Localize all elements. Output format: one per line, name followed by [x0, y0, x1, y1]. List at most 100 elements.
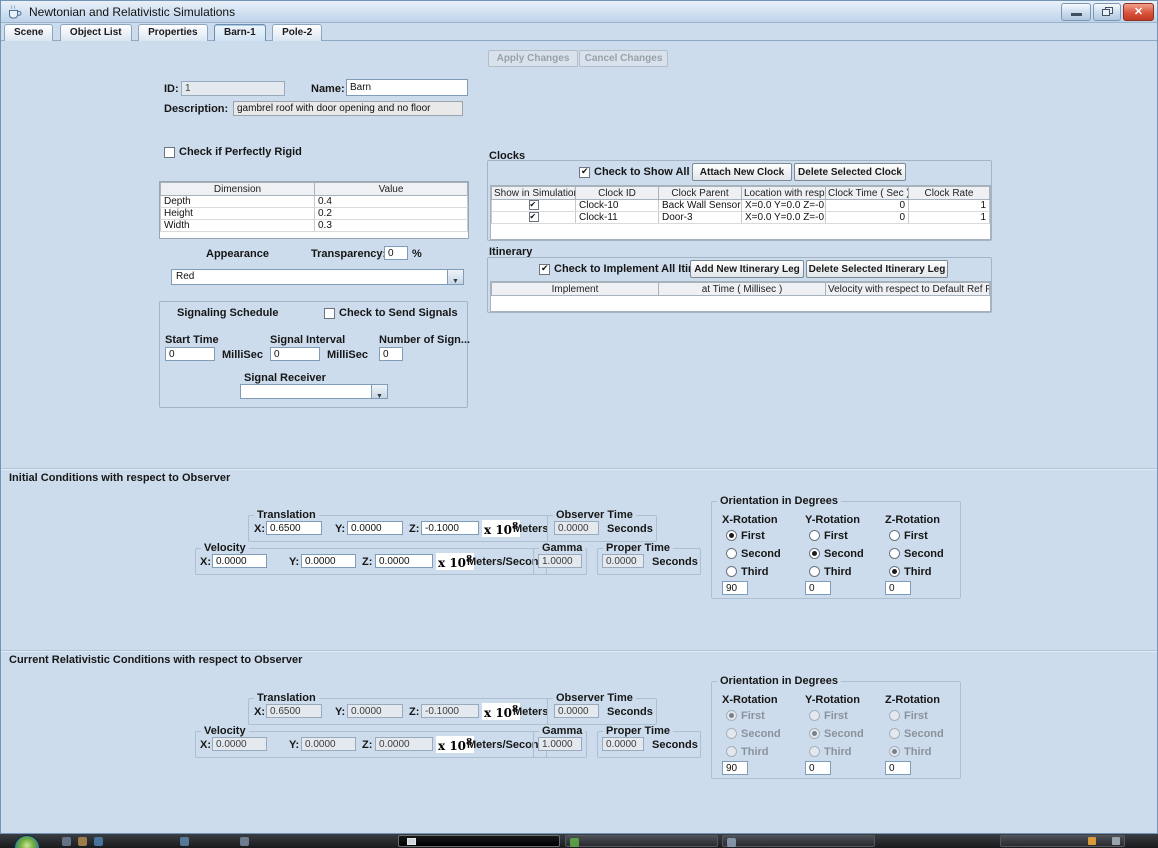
- perfectly-rigid-checkbox[interactable]: [164, 147, 175, 158]
- table-row[interactable]: Clock-11 Door-3 X=0.0 Y=0.0 Z=-0... 0 1: [492, 212, 990, 224]
- signal-receiver-combobox[interactable]: ▼: [240, 384, 388, 399]
- tray-icon[interactable]: [1112, 837, 1120, 845]
- x-rotation-second-radio[interactable]: [726, 548, 737, 559]
- z-rotation-degrees-field[interactable]: [885, 581, 911, 595]
- color-combobox[interactable]: Red ▼: [171, 269, 464, 285]
- transparency-field[interactable]: [384, 246, 408, 260]
- show-in-simulation-checkbox[interactable]: [529, 212, 539, 222]
- start-button[interactable]: [14, 835, 40, 848]
- name-field[interactable]: [346, 79, 468, 96]
- dimension-value[interactable]: 0.2: [315, 208, 468, 220]
- clocks-col-time[interactable]: Clock Time ( Sec ): [826, 187, 909, 200]
- show-all-clocks-checkbox[interactable]: [579, 167, 590, 178]
- clock-time-cell[interactable]: 0: [826, 200, 909, 212]
- taskbar-window-button[interactable]: [722, 835, 875, 847]
- table-row[interactable]: Width 0.3: [161, 220, 468, 232]
- initial-translation-x-field[interactable]: [266, 521, 322, 535]
- clock-parent-cell[interactable]: Back Wall Sensor-4: [659, 200, 742, 212]
- tab-properties[interactable]: Properties: [138, 24, 207, 41]
- tab-scene[interactable]: Scene: [4, 24, 53, 41]
- x-rotation-degrees-field[interactable]: [722, 581, 748, 595]
- dimensions-col-dimension[interactable]: Dimension: [161, 183, 315, 196]
- apply-changes-button[interactable]: Apply Changes: [488, 50, 578, 67]
- clock-rate-cell[interactable]: 1: [909, 212, 990, 224]
- tab-object-list[interactable]: Object List: [60, 24, 132, 41]
- show-in-simulation-checkbox[interactable]: [529, 200, 539, 210]
- table-row[interactable]: Height 0.2: [161, 208, 468, 220]
- clock-id-cell[interactable]: Clock-11: [576, 212, 659, 224]
- start-time-field[interactable]: [165, 347, 215, 361]
- quick-launch-icon[interactable]: [180, 837, 189, 846]
- tab-barn-1[interactable]: Barn-1: [214, 24, 266, 41]
- delete-selected-clock-button[interactable]: Delete Selected Clock: [794, 163, 906, 181]
- z-rotation-third-radio[interactable]: [889, 566, 900, 577]
- add-itinerary-leg-button[interactable]: Add New Itinerary Leg: [690, 260, 804, 278]
- clock-rate-cell[interactable]: 1: [909, 200, 990, 212]
- send-signals-checkbox[interactable]: [324, 308, 335, 319]
- dimensions-col-value[interactable]: Value: [315, 183, 468, 196]
- y-rotation-third-radio[interactable]: [809, 566, 820, 577]
- table-row[interactable]: Clock-10 Back Wall Sensor-4 X=0.0 Y=0.0 …: [492, 200, 990, 212]
- clock-location-cell[interactable]: X=0.0 Y=0.0 Z=-0...: [742, 200, 826, 212]
- quick-launch-icon[interactable]: [94, 837, 103, 846]
- dimension-name[interactable]: Depth: [161, 196, 315, 208]
- current-velocity-y-field: [301, 737, 356, 751]
- z-rotation-degrees-field[interactable]: [885, 761, 911, 775]
- quick-launch-icon[interactable]: [78, 837, 87, 846]
- table-row[interactable]: Depth 0.4: [161, 196, 468, 208]
- clocks-col-rate[interactable]: Clock Rate: [909, 187, 990, 200]
- current-translation-x-field: [266, 704, 322, 718]
- y-rotation-second-radio[interactable]: [809, 548, 820, 559]
- cancel-changes-button[interactable]: Cancel Changes: [579, 50, 668, 67]
- itinerary-col-implement[interactable]: Implement: [492, 283, 659, 296]
- tray-icon[interactable]: [1088, 837, 1096, 845]
- clock-id-cell[interactable]: Clock-10: [576, 200, 659, 212]
- dimension-value[interactable]: 0.3: [315, 220, 468, 232]
- initial-velocity-y-field[interactable]: [301, 554, 356, 568]
- z-rotation-second-radio[interactable]: [889, 548, 900, 559]
- description-field[interactable]: [233, 101, 463, 116]
- x-rotation-third-radio[interactable]: [726, 566, 737, 577]
- attach-new-clock-button[interactable]: Attach New Clock: [692, 163, 792, 181]
- minimize-button[interactable]: [1061, 3, 1091, 21]
- x-rotation-first-radio[interactable]: [726, 530, 737, 541]
- itinerary-col-velocity[interactable]: Velocity with respect to Default Ref Fra…: [826, 283, 990, 296]
- send-signals-label: Check to Send Signals: [339, 307, 458, 319]
- initial-velocity-x-field[interactable]: [212, 554, 267, 568]
- clock-location-cell[interactable]: X=0.0 Y=0.0 Z=-0...: [742, 212, 826, 224]
- quick-launch-icon[interactable]: [240, 837, 249, 846]
- y-rotation-degrees-field[interactable]: [805, 761, 831, 775]
- clocks-col-parent[interactable]: Clock Parent: [659, 187, 742, 200]
- y-rotation-first-radio[interactable]: [809, 530, 820, 541]
- signal-interval-field[interactable]: [270, 347, 320, 361]
- dimension-name[interactable]: Height: [161, 208, 315, 220]
- implement-itineraries-checkbox[interactable]: [539, 264, 550, 275]
- z-rotation-first-radio[interactable]: [889, 530, 900, 541]
- quick-launch-icon[interactable]: [62, 837, 71, 846]
- initial-translation-y-field[interactable]: [347, 521, 403, 535]
- name-label: Name:: [311, 83, 345, 95]
- taskbar-window-button-active[interactable]: [398, 835, 560, 847]
- clock-time-cell[interactable]: 0: [826, 212, 909, 224]
- dropdown-arrow-icon[interactable]: ▼: [371, 385, 387, 398]
- dimension-name[interactable]: Width: [161, 220, 315, 232]
- clock-parent-cell[interactable]: Door-3: [659, 212, 742, 224]
- clocks-col-id[interactable]: Clock ID: [576, 187, 659, 200]
- tab-pole-2[interactable]: Pole-2: [272, 24, 322, 41]
- restore-button[interactable]: [1093, 3, 1121, 21]
- y-rotation-degrees-field[interactable]: [805, 581, 831, 595]
- x-rotation-degrees-field[interactable]: [722, 761, 748, 775]
- titlebar[interactable]: Newtonian and Relativistic Simulations ✕: [1, 1, 1157, 23]
- initial-velocity-z-field[interactable]: [375, 554, 433, 568]
- clocks-col-show[interactable]: Show in Simulation: [492, 187, 576, 200]
- delete-itinerary-leg-button[interactable]: Delete Selected Itinerary Leg: [806, 260, 948, 278]
- taskbar-window-button[interactable]: [1000, 835, 1125, 847]
- close-button[interactable]: ✕: [1123, 3, 1154, 21]
- taskbar-window-button[interactable]: [565, 835, 718, 847]
- dropdown-arrow-icon[interactable]: ▼: [447, 270, 463, 284]
- clocks-col-location[interactable]: Location with resp...: [742, 187, 826, 200]
- itinerary-col-time[interactable]: at Time ( Millisec ): [659, 283, 826, 296]
- initial-translation-z-field[interactable]: [421, 521, 479, 535]
- signal-count-field[interactable]: [379, 347, 403, 361]
- dimension-value[interactable]: 0.4: [315, 196, 468, 208]
